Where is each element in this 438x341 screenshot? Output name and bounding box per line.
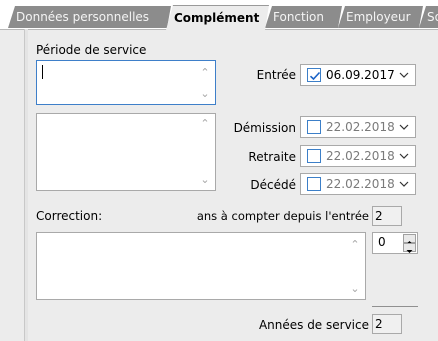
- years-since-entry-label: ans à compter depuis l'entrée: [196, 209, 369, 223]
- scroll-up-icon[interactable]: ⌃: [349, 239, 361, 251]
- decede-checkbox[interactable]: [307, 177, 321, 191]
- checkmark-icon: [309, 71, 321, 81]
- demission-label: Démission: [233, 121, 296, 135]
- demission-date-value: 22.02.2018: [326, 120, 395, 134]
- retraite-date-picker[interactable]: 22.02.2018: [300, 145, 416, 167]
- decede-date-value: 22.02.2018: [326, 177, 395, 191]
- chevron-down-icon[interactable]: [399, 177, 409, 191]
- chevron-down-icon[interactable]: [399, 68, 409, 82]
- service-period-label: Période de service: [36, 43, 147, 57]
- tab-employeur[interactable]: Employeur: [338, 6, 423, 28]
- tab-bar: Données personnelles Complément Fonction…: [0, 0, 438, 30]
- decede-label: Décédé: [250, 178, 296, 192]
- service-period-input-bottom[interactable]: ⌃ ⌄: [36, 113, 216, 191]
- tab-label: Sold: [427, 10, 435, 24]
- spinner-up-button[interactable]: [403, 234, 416, 244]
- separator-line: [372, 306, 418, 307]
- correction-spinner[interactable]: 0: [372, 232, 418, 254]
- tab-label: Employeur: [346, 10, 411, 24]
- tab-label: Fonction: [273, 10, 325, 24]
- scroll-up-icon[interactable]: ⌃: [199, 118, 211, 130]
- service-period-input-top[interactable]: ⌃ ⌄: [36, 60, 216, 105]
- correction-label: Correction:: [36, 209, 103, 223]
- chevron-down-icon[interactable]: [399, 120, 409, 134]
- scroll-up-icon[interactable]: ⌃: [199, 67, 211, 79]
- correction-text-area[interactable]: ⌃ ⌄: [36, 232, 366, 300]
- years-since-entry-value: 2: [372, 206, 402, 226]
- retraite-label: Retraite: [248, 150, 296, 164]
- scroll-down-icon[interactable]: ⌄: [349, 283, 361, 295]
- chevron-down-icon[interactable]: [399, 149, 409, 163]
- decede-date-picker[interactable]: 22.02.2018: [300, 173, 416, 195]
- scroll-down-icon[interactable]: ⌄: [199, 174, 211, 186]
- entree-date-picker[interactable]: 06.09.2017: [300, 64, 416, 86]
- entree-checkbox[interactable]: [307, 68, 321, 82]
- entree-label: Entrée: [256, 68, 296, 82]
- scroll-down-icon[interactable]: ⌄: [199, 88, 211, 100]
- tab-label: Données personnelles: [16, 10, 150, 24]
- text-caret: [42, 65, 43, 79]
- retraite-checkbox[interactable]: [307, 149, 321, 163]
- tab-donnees-personnelles[interactable]: Données personnelles: [8, 6, 171, 28]
- service-years-value: 2: [372, 314, 402, 334]
- demission-checkbox[interactable]: [307, 120, 321, 134]
- demission-date-picker[interactable]: 22.02.2018: [300, 116, 416, 138]
- spinner-value: 0: [378, 235, 386, 249]
- tab-fonction[interactable]: Fonction: [265, 6, 342, 28]
- panel-border: [24, 29, 28, 341]
- tab-complement[interactable]: Complément: [166, 5, 269, 30]
- retraite-date-value: 22.02.2018: [326, 149, 395, 163]
- entree-date-value: 06.09.2017: [326, 68, 395, 82]
- tab-label: Complément: [174, 11, 260, 25]
- arrow-down-icon: [406, 250, 413, 253]
- service-years-label: Années de service: [258, 318, 369, 332]
- spinner-down-button[interactable]: [403, 243, 416, 253]
